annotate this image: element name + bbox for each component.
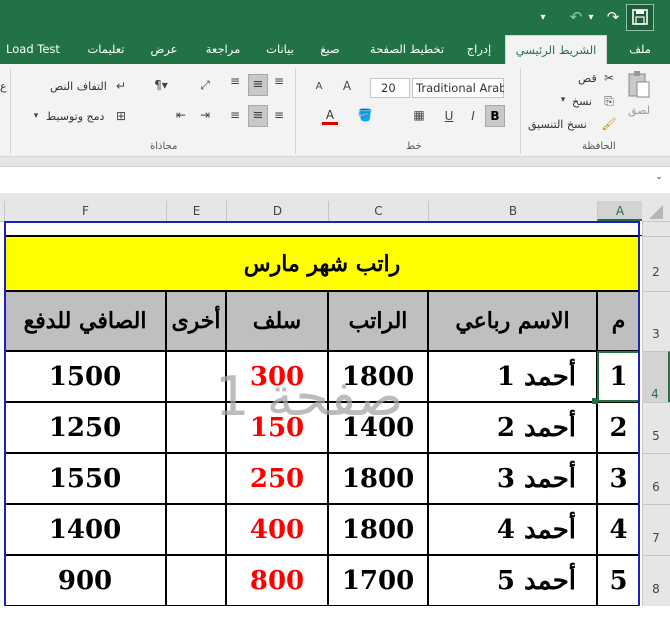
bold-button[interactable]: B xyxy=(485,105,505,127)
undo-dropdown-icon[interactable]: ▾ xyxy=(585,0,597,35)
floppy-disk-icon xyxy=(632,9,648,25)
paste-icon[interactable] xyxy=(626,70,652,100)
tab-file[interactable]: ملف xyxy=(620,35,660,64)
fill-handle[interactable] xyxy=(592,398,598,404)
decrease-font-icon[interactable]: A xyxy=(312,81,326,92)
qat-customize-icon[interactable]: ▾ xyxy=(536,0,550,35)
undo-button[interactable]: ↶ xyxy=(566,0,586,35)
row-header-2[interactable]: 2 xyxy=(642,236,670,291)
tab-view[interactable]: عرض xyxy=(144,35,184,64)
select-all-corner[interactable] xyxy=(642,201,670,221)
column-header-e[interactable]: E xyxy=(166,201,226,221)
tab-insert[interactable]: إدراج xyxy=(458,35,500,64)
align-top-icon[interactable]: ≡ xyxy=(270,74,288,88)
copy-icon[interactable]: ⎘ xyxy=(600,94,618,109)
tab-home[interactable]: الشريط الرئيسي xyxy=(505,35,607,65)
merge-center-icon[interactable]: ⊞ xyxy=(112,109,130,123)
row-header-4[interactable]: 4 xyxy=(642,351,670,402)
font-group-label: خط xyxy=(406,141,422,152)
row-header-7[interactable]: 7 xyxy=(642,504,670,555)
redo-button[interactable]: ↷ xyxy=(602,0,624,35)
copy-dropdown-icon[interactable]: ▾ xyxy=(558,95,568,105)
fill-color-icon[interactable]: 🪣 xyxy=(356,108,374,122)
underline-button[interactable]: U xyxy=(442,109,456,123)
tab-help[interactable]: تعليمات xyxy=(78,35,134,64)
group-divider xyxy=(520,68,521,154)
text-direction-icon[interactable]: ¶▾ xyxy=(150,78,172,92)
formula-gap xyxy=(0,193,670,201)
page-watermark: صفحة 1 xyxy=(215,365,404,428)
tab-review[interactable]: مراجعة xyxy=(195,35,251,64)
font-size-box[interactable]: 20 xyxy=(370,78,410,98)
alignment-group-label: محاذاة xyxy=(150,141,178,152)
number-group-cutoff: ع xyxy=(0,80,7,93)
align-right-icon[interactable]: ≡ xyxy=(270,108,288,122)
format-painter-icon[interactable]: 🖌 xyxy=(600,117,618,131)
merge-center-label[interactable]: دمج وتوسيط xyxy=(46,110,104,123)
tab-data[interactable]: بيانات xyxy=(258,35,302,64)
column-header-c[interactable]: C xyxy=(328,201,428,221)
column-header-f[interactable]: F xyxy=(4,201,166,221)
increase-font-icon[interactable]: A xyxy=(340,79,354,93)
cut-label[interactable]: قص xyxy=(578,72,597,85)
column-header-d[interactable]: D xyxy=(226,201,328,221)
expand-formula-bar-icon[interactable]: ⌄ xyxy=(652,172,666,182)
indent-icon[interactable]: ⇥ xyxy=(196,108,214,122)
save-button[interactable] xyxy=(626,4,654,31)
clipboard-group-label: الحافظة xyxy=(582,141,616,152)
copy-label[interactable]: نسخ xyxy=(572,95,592,108)
italic-button[interactable]: I xyxy=(466,109,480,123)
row-header-5[interactable]: 5 xyxy=(642,402,670,453)
paste-label[interactable]: لصق xyxy=(628,104,650,117)
merge-dropdown-icon[interactable]: ▾ xyxy=(30,111,42,121)
tab-page-layout[interactable]: تخطيط الصفحة xyxy=(362,35,452,64)
tab-formulas[interactable]: صيغ xyxy=(312,35,348,64)
group-divider xyxy=(10,68,11,154)
font-name-box[interactable]: Traditional Arabic xyxy=(412,78,504,98)
column-header-b[interactable]: B xyxy=(428,201,597,221)
borders-icon[interactable]: ▦ xyxy=(410,108,428,122)
format-painter-label[interactable]: نسخ التنسيق xyxy=(528,118,587,131)
orientation-icon[interactable]: ⤢ xyxy=(196,78,214,93)
align-bottom-icon[interactable]: ≡ xyxy=(226,74,244,88)
align-center-icon[interactable]: ≡ xyxy=(248,105,268,127)
align-middle-icon[interactable]: ≡ xyxy=(248,74,268,96)
row-header-8[interactable]: 8 xyxy=(642,555,670,606)
cut-icon[interactable]: ✂ xyxy=(600,71,618,85)
outdent-icon[interactable]: ⇤ xyxy=(172,108,190,122)
formula-bar[interactable]: ⌄ xyxy=(0,166,670,194)
column-header-a[interactable]: A xyxy=(597,201,642,221)
font-color-icon[interactable]: A xyxy=(322,108,338,125)
ribbon-gap xyxy=(0,157,670,166)
tab-load-test[interactable]: Load Test xyxy=(0,35,66,64)
wrap-text-icon[interactable]: ↵ xyxy=(112,79,130,93)
align-left-icon[interactable]: ≡ xyxy=(226,108,244,122)
wrap-text-label[interactable]: التفاف النص xyxy=(50,80,107,93)
font-name-value: Traditional Arabic xyxy=(416,81,504,95)
row-header-3[interactable]: 3 xyxy=(642,291,670,351)
row-header-1[interactable] xyxy=(642,221,670,236)
font-size-value: 20 xyxy=(381,81,396,95)
row-header-6[interactable]: 6 xyxy=(642,453,670,504)
group-divider xyxy=(295,68,296,154)
